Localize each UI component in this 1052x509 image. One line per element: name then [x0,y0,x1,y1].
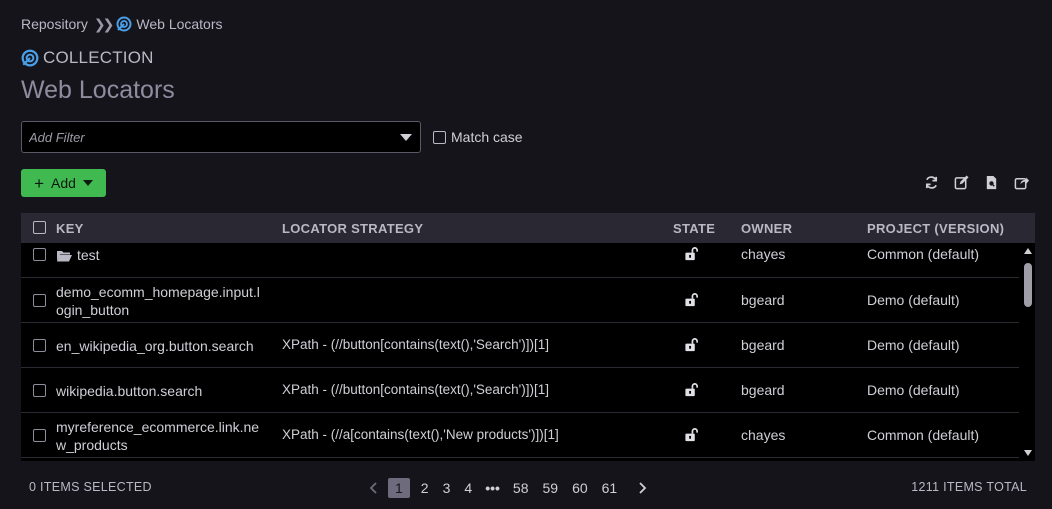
row-key[interactable]: test [56,246,266,264]
row-project: Demo (default) [867,292,960,308]
column-key[interactable]: KEY [56,221,84,236]
edit-icon[interactable] [954,175,969,190]
document-search-icon[interactable] [984,175,999,190]
table-row[interactable]: en_wikipedia_org.button.search XPath - (… [21,323,1019,368]
table-body: test chayes Common (default) demo_ecomm_… [21,243,1021,461]
breadcrumb-root[interactable]: Repository [21,16,88,32]
row-checkbox[interactable] [33,384,46,397]
row-project: Demo (default) [867,337,960,353]
page-title: Web Locators [21,76,175,104]
pagination: 1 2 3 4 ••• 58 59 60 61 [364,476,652,500]
row-key[interactable]: wikipedia.button.search [56,382,266,400]
table-row[interactable]: wikipedia.button.search XPath - (//butto… [21,368,1019,413]
row-owner: bgeard [741,292,785,308]
unlocked-icon [685,338,698,352]
page-60[interactable]: 60 [565,478,595,498]
page-61[interactable]: 61 [595,478,625,498]
row-key[interactable]: en_wikipedia_org.button.search [56,337,254,355]
row-checkbox[interactable] [33,339,46,352]
page-1[interactable]: 1 [388,478,410,498]
page-2[interactable]: 2 [414,478,436,498]
breadcrumb-separator-icon: ❯❯ [93,15,115,32]
row-key[interactable]: myreference_ecommerce.link.ne w_products [56,418,266,454]
page-58[interactable]: 58 [506,478,536,498]
filter-input[interactable] [29,129,389,145]
table-row[interactable]: demo_ecomm_homepage.input.l ogin_button … [21,278,1019,323]
unlocked-icon [685,247,698,261]
caret-down-icon [82,180,93,186]
column-owner[interactable]: OWNER [741,221,792,236]
row-strategy: XPath - (//a[contains(text(),'New produc… [282,427,559,442]
web-locators-icon [116,16,132,32]
plus-icon: + [34,173,44,193]
table-row[interactable]: test chayes Common (default) [21,243,1019,278]
row-strategy: XPath - (//button[contains(text(),'Searc… [282,382,550,397]
collection-icon [21,49,39,67]
row-project: Common (default) [867,246,980,262]
breadcrumb: Repository ❯❯ Web Locators [21,15,223,33]
column-project[interactable]: PROJECT (VERSION) [867,221,1004,236]
scroll-down-icon[interactable] [1024,450,1032,456]
table-scrollbar[interactable] [1021,243,1035,461]
page-4[interactable]: 4 [457,478,479,498]
row-project: Demo (default) [867,382,960,398]
export-icon[interactable] [1014,175,1029,190]
unlocked-icon [685,428,698,442]
chevron-down-icon[interactable] [400,134,412,141]
row-owner: chayes [741,246,786,262]
column-state[interactable]: STATE [673,221,715,236]
unlocked-icon [685,293,698,307]
prev-page-icon[interactable] [364,478,384,498]
items-selected: 0 ITEMS SELECTED [29,480,152,494]
filter-dropdown[interactable] [21,121,421,153]
scrollbar-thumb[interactable] [1024,263,1032,307]
table-row[interactable]: myreference_ecommerce.link.ne w_products… [21,413,1019,458]
locators-table: KEY LOCATOR STRATEGY STATE OWNER PROJECT… [21,213,1035,461]
match-case-checkbox[interactable]: Match case [433,129,523,145]
checkbox-icon[interactable] [433,130,446,144]
row-checkbox[interactable] [33,429,46,442]
row-key-text: test [77,247,100,263]
toolbar-actions [924,175,1029,190]
page-ellipsis[interactable]: ••• [479,480,506,496]
collection-label: COLLECTION [21,48,154,68]
row-key[interactable]: demo_ecomm_homepage.input.l ogin_button [56,283,266,319]
scroll-up-icon[interactable] [1024,248,1032,254]
page-3[interactable]: 3 [436,478,458,498]
row-owner: bgeard [741,382,785,398]
add-button[interactable]: + Add [21,169,106,197]
table-header: KEY LOCATOR STRATEGY STATE OWNER PROJECT… [21,213,1035,243]
page-59[interactable]: 59 [535,478,565,498]
next-page-icon[interactable] [632,478,652,498]
unlocked-icon [685,383,698,397]
match-case-label: Match case [451,129,523,145]
column-locator-strategy[interactable]: LOCATOR STRATEGY [282,221,423,236]
add-label: Add [51,175,76,191]
breadcrumb-current: Web Locators [136,16,223,32]
refresh-icon[interactable] [924,175,939,190]
row-project: Common (default) [867,427,980,443]
collection-text: COLLECTION [43,48,154,67]
select-all-checkbox[interactable] [33,221,46,234]
folder-open-icon [57,251,72,262]
items-total: 1211 ITEMS TOTAL [911,480,1027,494]
row-checkbox[interactable] [33,248,46,261]
row-owner: chayes [741,427,786,443]
row-owner: bgeard [741,337,785,353]
row-strategy: XPath - (//button[contains(text(),'Searc… [282,337,550,352]
row-checkbox[interactable] [33,294,46,307]
